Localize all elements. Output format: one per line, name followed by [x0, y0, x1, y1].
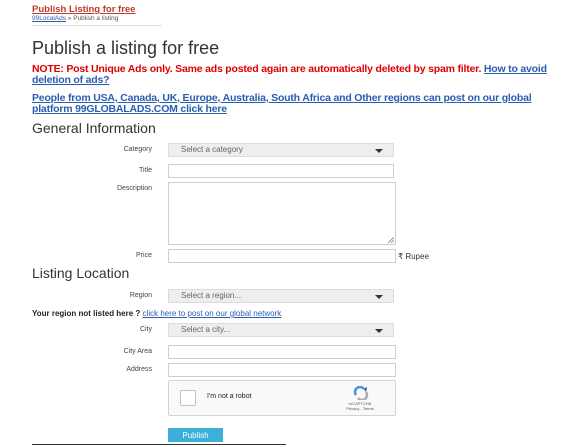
spam-note: NOTE: Post Unique Ads only. Same ads pos… [32, 64, 552, 86]
general-information-heading: General Information [32, 120, 156, 136]
city-area-label: City Area [123, 348, 152, 355]
title-label: Title [139, 167, 152, 174]
category-label: Category [123, 146, 152, 153]
recaptcha-widget: I'm not a robot reCAPTCHA Privacy - Term… [168, 380, 396, 416]
currency-label: ₹ Rupee [398, 252, 429, 261]
breadcrumb-home-link[interactable]: 99LocalAds [32, 15, 66, 22]
chevron-down-icon [375, 329, 383, 333]
recaptcha-checkbox[interactable] [180, 390, 196, 406]
publish-button[interactable]: Publish [168, 428, 223, 442]
recaptcha-logo-icon [353, 386, 369, 400]
resize-grip-icon[interactable] [388, 237, 394, 243]
city-select[interactable]: Select a city... [168, 323, 394, 337]
recaptcha-branding: reCAPTCHA Privacy - Terms [341, 401, 379, 411]
category-select[interactable]: Select a category [168, 143, 394, 157]
city-select-value: Select a city... [181, 325, 231, 334]
listing-location-heading: Listing Location [32, 265, 130, 281]
region-not-listed: Your region not listed here ? click here… [32, 309, 281, 318]
region-not-listed-text: Your region not listed here ? [32, 309, 141, 318]
breadcrumb-current: Publish a listing [73, 15, 119, 22]
region-select-value: Select a region... [181, 291, 242, 300]
global-platform-link[interactable]: People from USA, Canada, UK, Europe, Aus… [32, 93, 562, 115]
page-title: Publish a listing for free [32, 38, 220, 58]
breadcrumb: 99LocalAds » Publish a listing [32, 15, 118, 22]
chevron-down-icon [375, 295, 383, 299]
city-label: City [139, 326, 152, 333]
price-label: Price [136, 252, 152, 259]
category-select-value: Select a category [181, 145, 243, 154]
chevron-down-icon [375, 149, 383, 153]
title-input[interactable] [168, 164, 394, 178]
publish-listing-link[interactable]: Publish Listing for free [32, 4, 135, 15]
bottom-divider [32, 444, 286, 445]
recaptcha-privacy-terms-link[interactable]: Privacy - Terms [346, 406, 373, 411]
city-area-input[interactable] [168, 345, 396, 359]
breadcrumb-divider [32, 25, 162, 26]
description-textarea[interactable] [168, 182, 396, 245]
region-label: Region [129, 292, 152, 299]
address-label: Address [126, 366, 152, 373]
global-network-link[interactable]: click here to post on our global network [143, 309, 282, 318]
region-select[interactable]: Select a region... [168, 289, 394, 303]
price-input[interactable] [168, 249, 396, 263]
description-label: Description [116, 185, 152, 192]
address-input[interactable] [168, 363, 396, 377]
breadcrumb-separator: » [67, 15, 72, 22]
recaptcha-label: I'm not a robot [207, 393, 252, 400]
